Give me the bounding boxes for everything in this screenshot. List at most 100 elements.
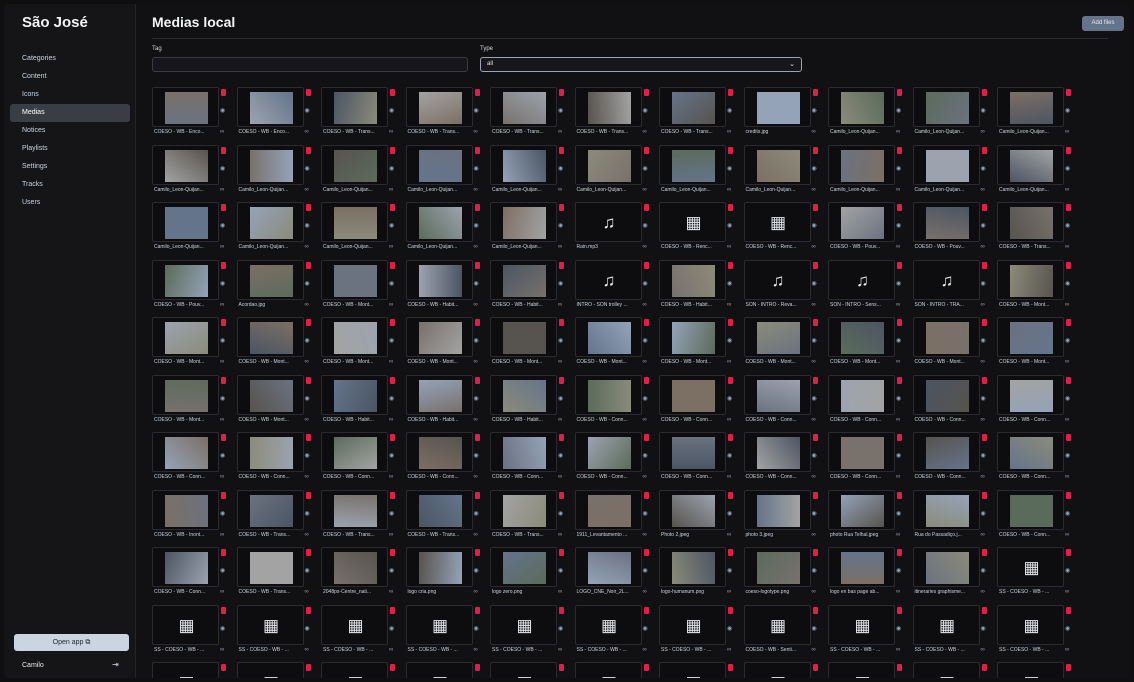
link-icon[interactable]: ∞ (474, 302, 478, 308)
media-tile[interactable]: ♫ ◉ SON - INTRO - Sens... ∞ (828, 259, 908, 312)
sidebar-item-playlists[interactable]: Playlists (10, 140, 130, 158)
link-icon[interactable]: ∞ (558, 187, 562, 193)
media-tile[interactable]: ◉ credits.jpg ∞ (743, 87, 824, 139)
media-tile[interactable]: ◉ COESO - WB - Conn... ∞ (828, 374, 908, 427)
media-thumbnail[interactable] (912, 202, 980, 242)
link-icon[interactable]: ∞ (727, 129, 731, 135)
media-thumbnail[interactable] (490, 547, 557, 587)
delete-icon[interactable] (897, 376, 902, 384)
media-tile[interactable]: ◉ COESO - WB - Pouv... ∞ (912, 202, 993, 254)
media-tile[interactable]: ◉ Camilo_Leon-Quijan... ∞ (321, 144, 401, 197)
eye-icon[interactable]: ◉ (474, 165, 479, 172)
media-thumbnail[interactable] (997, 317, 1064, 357)
media-thumbnail[interactable]: ▦ (405, 604, 473, 645)
media-tile[interactable]: ◉ COESO - WB - Trans... ∞ (236, 547, 317, 599)
media-thumbnail[interactable] (321, 489, 388, 530)
media-tile[interactable]: ▦◉ (574, 662, 655, 678)
delete-icon[interactable] (643, 491, 649, 499)
eye-icon[interactable]: ◉ (643, 625, 648, 632)
media-tile[interactable]: ▦ ◉ COESO - WB - Renc... ∞ (659, 202, 739, 254)
media-tile[interactable]: ▦ ◉ COESO - WB - Senti... ∞ (743, 604, 824, 657)
media-thumbnail[interactable] (743, 374, 811, 415)
delete-icon[interactable] (221, 434, 226, 441)
link-icon[interactable]: ∞ (305, 589, 309, 595)
delete-icon[interactable] (390, 261, 395, 269)
delete-icon[interactable] (728, 204, 733, 211)
link-icon[interactable]: ∞ (812, 647, 816, 653)
link-icon[interactable]: ∞ (474, 129, 478, 135)
link-icon[interactable]: ∞ (896, 647, 900, 653)
eye-icon[interactable]: ◉ (305, 107, 310, 114)
delete-icon[interactable] (305, 204, 311, 211)
media-tile[interactable]: ◉ COESO - WB - Mont... ∞ (912, 317, 993, 369)
delete-icon[interactable] (305, 664, 311, 671)
link-icon[interactable]: ∞ (727, 187, 731, 193)
link-icon[interactable]: ∞ (727, 589, 731, 595)
eye-icon[interactable]: ◉ (812, 510, 817, 517)
media-tile[interactable]: ◉ coeso-logotype.png ∞ (743, 547, 824, 599)
media-tile[interactable]: ◉ COESO - WB - Mont... ∞ (997, 317, 1077, 369)
delete-icon[interactable] (897, 434, 902, 441)
media-thumbnail[interactable]: ♫ (574, 202, 642, 242)
media-tile[interactable]: ▦◉ (743, 662, 824, 678)
eye-icon[interactable]: ◉ (389, 222, 394, 229)
media-tile[interactable]: ◉ Camilo_Leon-Quijan... ∞ (659, 144, 739, 197)
sidebar-item-content[interactable]: Content (10, 68, 130, 86)
delete-icon[interactable] (305, 261, 311, 269)
delete-icon[interactable] (728, 319, 733, 326)
media-tile[interactable]: ▦ ◉ SS - COESO - WB - ... ∞ (490, 604, 570, 657)
link-icon[interactable]: ∞ (896, 244, 900, 250)
eye-icon[interactable]: ◉ (643, 510, 648, 517)
link-icon[interactable]: ∞ (220, 129, 224, 135)
media-tile[interactable]: ◉ COESO - WB - Trans... ∞ (490, 489, 570, 542)
eye-icon[interactable]: ◉ (389, 567, 394, 574)
media-thumbnail[interactable] (574, 374, 642, 415)
eye-icon[interactable]: ◉ (727, 567, 732, 574)
media-tile[interactable]: ▦ ◉ SS - COESO - WB - ... ∞ (321, 604, 401, 657)
eye-icon[interactable]: ◉ (643, 567, 648, 574)
eye-icon[interactable]: ◉ (558, 222, 563, 229)
media-thumbnail[interactable]: ▦ (997, 604, 1064, 645)
media-thumbnail[interactable]: ▦ (659, 604, 726, 645)
media-tile[interactable]: ◉ Camilo_Leon-Quijan... ∞ (574, 144, 655, 197)
eye-icon[interactable]: ◉ (1065, 165, 1070, 172)
link-icon[interactable]: ∞ (643, 532, 647, 538)
delete-icon[interactable] (897, 261, 902, 269)
link-icon[interactable]: ∞ (643, 474, 647, 480)
link-icon[interactable]: ∞ (1065, 187, 1069, 193)
sidebar-item-settings[interactable]: Settings (10, 158, 130, 176)
type-select[interactable]: all ⌄ (480, 57, 802, 72)
media-thumbnail[interactable] (659, 144, 726, 185)
media-thumbnail[interactable]: ▦ (490, 662, 557, 678)
delete-icon[interactable] (1066, 261, 1071, 269)
media-tile[interactable]: ◉ Camilo_Leon-Quijan... ∞ (321, 202, 401, 254)
link-icon[interactable]: ∞ (558, 359, 562, 365)
delete-icon[interactable] (390, 434, 395, 441)
media-tile[interactable]: ◉ COESO - WB - Conn... ∞ (997, 489, 1077, 542)
eye-icon[interactable]: ◉ (220, 567, 225, 574)
delete-icon[interactable] (1066, 434, 1071, 441)
media-tile[interactable]: ◉ COESO - WB - Habit... ∞ (405, 374, 486, 427)
media-tile[interactable]: ▦◉ (321, 662, 401, 678)
delete-icon[interactable] (981, 376, 987, 384)
media-thumbnail[interactable]: ▦ (828, 662, 895, 678)
media-tile[interactable]: ◉ COESO - WB - Conn... ∞ (912, 432, 993, 484)
media-tile[interactable]: ◉ COESO - WB - Conn... ∞ (152, 432, 232, 484)
media-tile[interactable]: ◉ COESO - WB - Pouv... ∞ (152, 259, 232, 312)
link-icon[interactable]: ∞ (896, 417, 900, 423)
eye-icon[interactable]: ◉ (727, 452, 732, 459)
media-tile[interactable]: ▦ ◉ SS - COESO - WB - ... ∞ (912, 604, 993, 657)
link-icon[interactable]: ∞ (558, 417, 562, 423)
delete-icon[interactable] (474, 146, 480, 154)
media-thumbnail[interactable] (490, 202, 557, 242)
link-icon[interactable]: ∞ (305, 647, 309, 653)
eye-icon[interactable]: ◉ (474, 337, 479, 344)
eye-icon[interactable]: ◉ (558, 395, 563, 402)
media-thumbnail[interactable] (405, 144, 473, 185)
media-thumbnail[interactable] (912, 547, 980, 587)
delete-icon[interactable] (981, 606, 987, 614)
delete-icon[interactable] (559, 491, 564, 499)
delete-icon[interactable] (1066, 319, 1071, 326)
link-icon[interactable]: ∞ (1065, 589, 1069, 595)
delete-icon[interactable] (390, 89, 395, 96)
